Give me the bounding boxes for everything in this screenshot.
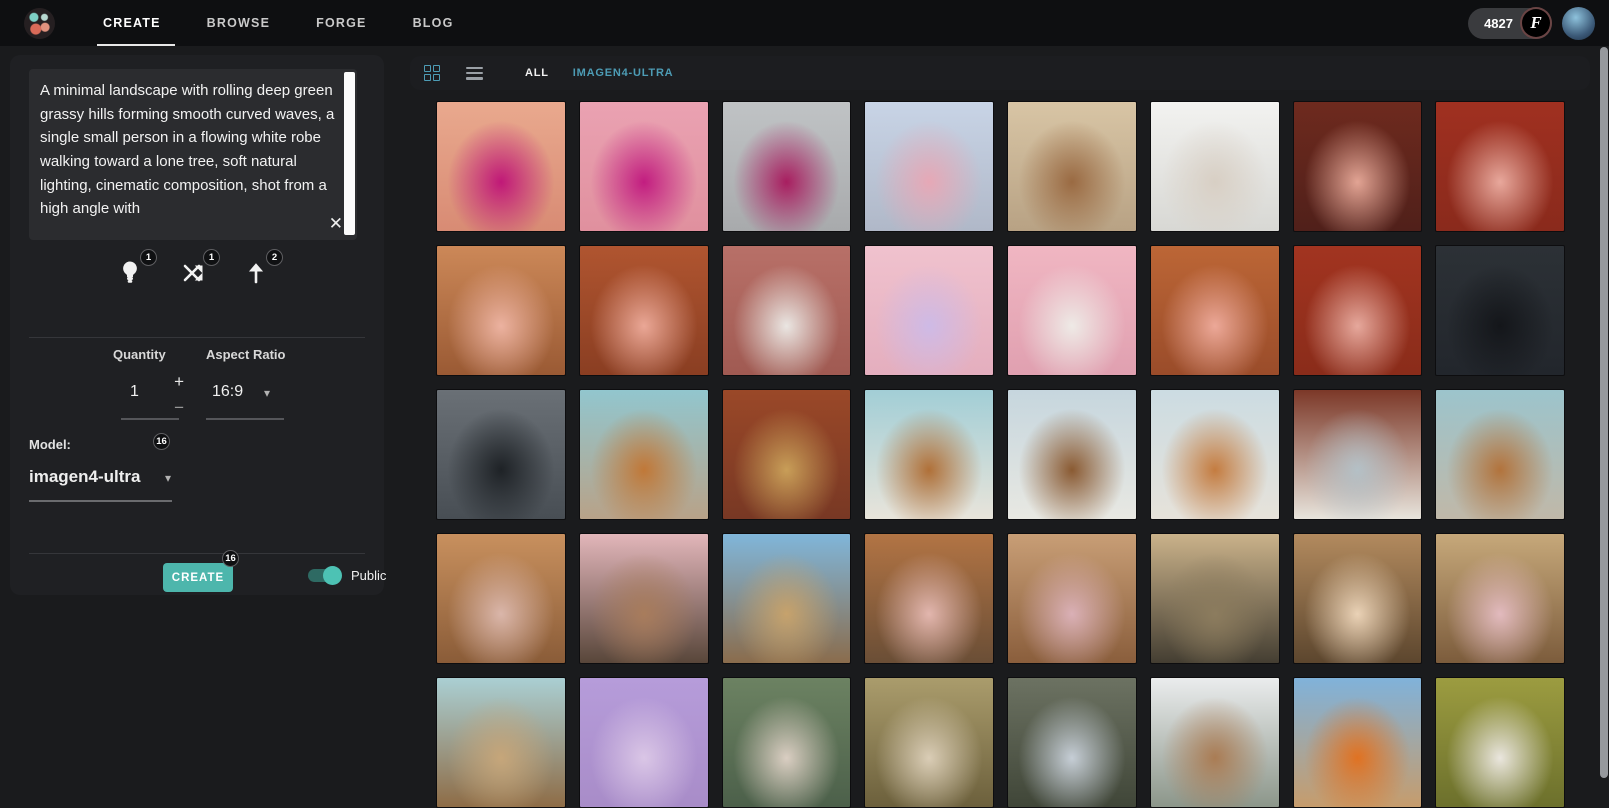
gallery-tile-visor-green[interactable] <box>722 677 852 808</box>
divider <box>29 337 365 338</box>
gallery-tile-pink-balaclava-dark[interactable] <box>1293 101 1423 232</box>
composer-panel: A minimal landscape with rolling deep gr… <box>10 55 384 595</box>
gallery-tile-gold-knight-horse[interactable] <box>579 389 709 520</box>
list-view-icon[interactable] <box>466 67 483 80</box>
gallery-tile-astronaut-standing-car[interactable] <box>1007 533 1137 664</box>
gallery-tile-astronaut-pink-car-1[interactable] <box>436 533 566 664</box>
gallery-tile-futuro-house-desert[interactable] <box>1293 677 1423 808</box>
gallery-filter-bar: ALL IMAGEN4-ULTRA <box>410 56 1590 90</box>
gallery-tile-visor-desert-reflection[interactable] <box>436 677 566 808</box>
gallery-grid <box>436 101 1565 808</box>
gallery-tile-knight-horse-sky[interactable] <box>1007 389 1137 520</box>
gallery-tile-magenta-dress-pose[interactable] <box>722 101 852 232</box>
quantity-label: Quantity <box>113 347 188 362</box>
create-button[interactable]: CREATE <box>163 563 233 592</box>
gallery-tile-pale-balaclava-red[interactable] <box>1293 245 1423 376</box>
quantity-value: 1 <box>130 383 139 401</box>
lightbulb-icon <box>121 260 139 284</box>
model-underline <box>29 500 172 502</box>
gallery-tile-black-gown-dark[interactable] <box>1435 245 1565 376</box>
app-logo[interactable] <box>24 8 55 39</box>
model-select[interactable]: imagen4-ultra ▾ <box>29 467 171 487</box>
gallery-tile-helmet-pink-car[interactable] <box>1435 533 1565 664</box>
gallery-tile-astronaut-in-car[interactable] <box>579 533 709 664</box>
aspect-ratio-label: Aspect Ratio <box>206 347 296 362</box>
quantity-stepper[interactable]: 1 + − <box>113 376 188 410</box>
gallery-tile-mirror-visor-closeup[interactable] <box>1293 533 1423 664</box>
gallery-tile-pink-balaclava-orange[interactable] <box>1150 245 1280 376</box>
top-bar: CREATE BROWSE FORGE BLOG 4827 F <box>0 0 1609 46</box>
shuffle-badge: 1 <box>203 249 220 266</box>
gallery-tile-copper-knight-desert[interactable] <box>722 389 852 520</box>
model-value: imagen4-ultra <box>29 467 140 486</box>
gallery-tile-flower-hair-portrait[interactable] <box>864 101 994 232</box>
chevron-down-icon: ▾ <box>264 386 270 400</box>
gallery-tile-knight-horse-pale[interactable] <box>1150 389 1280 520</box>
gallery-tile-astronaut-gold-car[interactable] <box>1150 533 1280 664</box>
gallery-tile-knight-horse-maroon[interactable] <box>1293 389 1423 520</box>
gallery-tile-astronaut-car-desert[interactable] <box>864 533 994 664</box>
nav-browse[interactable]: BROWSE <box>207 0 270 46</box>
gallery-tile-pearl-helmet-lavender[interactable] <box>579 677 709 808</box>
chevron-down-icon: ▾ <box>165 471 171 485</box>
aspect-ratio-select[interactable]: 16:9 ▾ <box>206 376 296 410</box>
gallery-tile-visor-khaki-city[interactable] <box>864 677 994 808</box>
nav-blog[interactable]: BLOG <box>413 0 454 46</box>
main-nav: CREATE BROWSE FORGE BLOG <box>103 0 454 46</box>
gallery-tile-knight-horse-teal[interactable] <box>864 389 994 520</box>
upload-icon <box>246 262 266 284</box>
user-avatar[interactable] <box>1562 7 1595 40</box>
quantity-increment-button[interactable]: + <box>174 372 184 392</box>
gallery-tile-skylight-interior[interactable] <box>1150 677 1280 808</box>
gallery-tile-astronaut-blue-sky[interactable] <box>722 533 852 664</box>
gallery-tile-purple-hood-lollipop[interactable] <box>864 245 994 376</box>
quantity-underline <box>121 418 179 420</box>
model-label: Model: <box>29 437 71 452</box>
upload-badge: 2 <box>266 249 283 266</box>
forge-coin-icon: F <box>1522 9 1550 37</box>
prompt-tools: 1 1 2 <box>118 258 268 284</box>
divider <box>29 553 365 554</box>
page-scrollbar[interactable] <box>1600 47 1608 778</box>
model-badge: 16 <box>153 433 170 450</box>
nav-create[interactable]: CREATE <box>103 0 161 46</box>
prompt-textarea[interactable]: A minimal landscape with rolling deep gr… <box>29 69 357 240</box>
gallery-tile-magenta-paint-portrait[interactable] <box>436 101 566 232</box>
gallery-tile-black-gown-grey[interactable] <box>436 389 566 520</box>
gallery-tile-balaclava-closeup-warm[interactable] <box>436 245 566 376</box>
credits-pill[interactable]: 4827 F <box>1468 8 1552 39</box>
public-toggle-label: Public <box>351 568 386 583</box>
credits-count: 4827 <box>1484 16 1513 31</box>
gallery-tile-magenta-paint-portrait-2[interactable] <box>579 101 709 232</box>
aspect-ratio-value: 16:9 <box>212 383 243 401</box>
aspect-ratio-underline <box>206 418 284 420</box>
gallery-tile-white-hood-lollipop[interactable] <box>722 245 852 376</box>
filter-imagen4-ultra[interactable]: IMAGEN4-ULTRA <box>573 67 674 79</box>
gallery-tile-blonde-resting-portrait[interactable] <box>1150 101 1280 232</box>
public-toggle[interactable] <box>308 569 341 582</box>
gallery-tile-pink-balaclava-red[interactable] <box>1435 101 1565 232</box>
idea-button[interactable]: 1 <box>118 258 142 284</box>
gallery-tile-stone-archway-interior[interactable] <box>1007 677 1137 808</box>
gallery-tile-balaclava-closeup-rust[interactable] <box>579 245 709 376</box>
filter-all[interactable]: ALL <box>525 67 549 79</box>
prompt-scrollbar[interactable] <box>344 72 355 235</box>
idea-badge: 1 <box>140 249 157 266</box>
clear-prompt-icon[interactable]: ✕ <box>329 215 343 232</box>
grid-view-icon[interactable] <box>424 65 440 81</box>
nav-forge[interactable]: FORGE <box>316 0 366 46</box>
upload-button[interactable]: 2 <box>244 258 268 284</box>
prompt-text: A minimal landscape with rolling deep gr… <box>40 79 335 234</box>
gallery-tile-heart-tee-hood[interactable] <box>1007 245 1137 376</box>
shuffle-button[interactable]: 1 <box>181 258 205 284</box>
shuffle-icon <box>182 262 204 284</box>
quantity-decrement-button[interactable]: − <box>174 398 184 418</box>
gallery-tile-knight-car-teal[interactable] <box>1435 389 1565 520</box>
gallery-tile-lace-shadow-portrait[interactable] <box>1007 101 1137 232</box>
create-badge: 16 <box>222 550 239 567</box>
gallery-tile-olive-bathroom[interactable] <box>1435 677 1565 808</box>
